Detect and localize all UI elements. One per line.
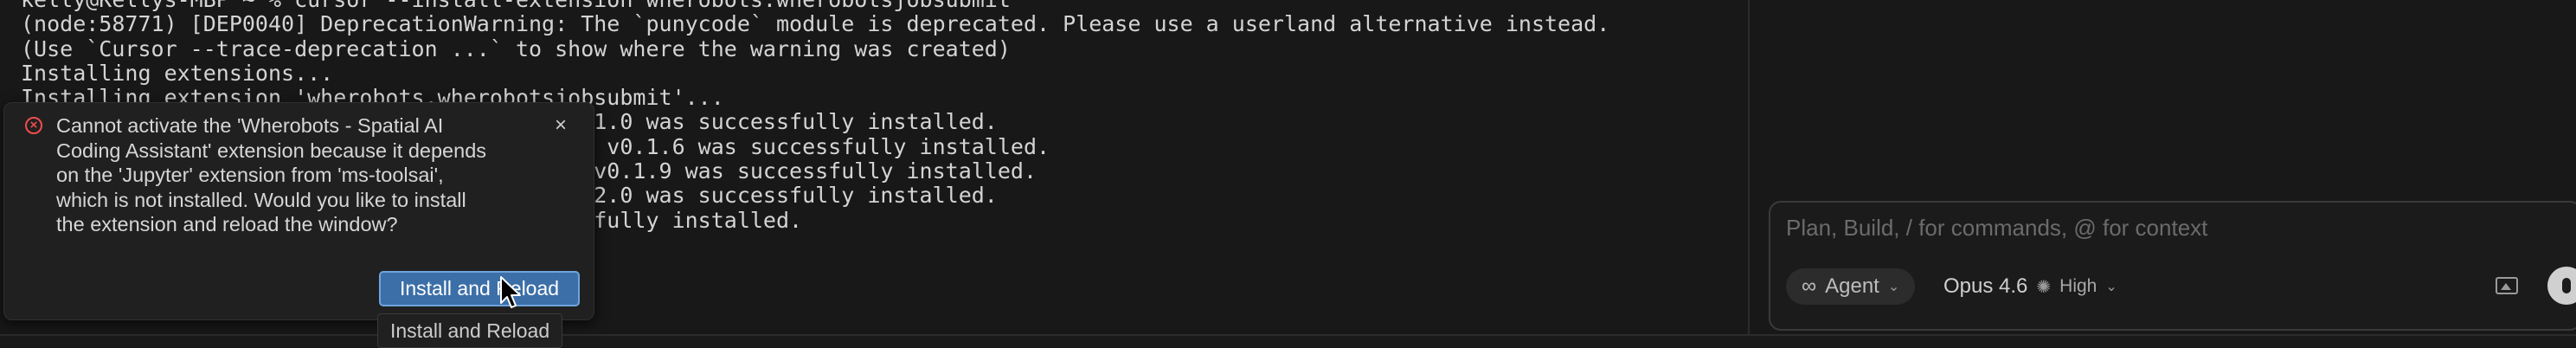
notification-message-line: which is not installed. Would you like t… bbox=[56, 188, 466, 211]
image-attach-icon[interactable] bbox=[2496, 277, 2518, 294]
terminal-line: Installing extensions... bbox=[21, 60, 334, 86]
microphone-button[interactable] bbox=[2547, 267, 2576, 305]
chat-composer[interactable]: Plan, Build, / for commands, @ for conte… bbox=[1769, 201, 2576, 331]
install-and-reload-button[interactable]: Install and Reload bbox=[379, 271, 580, 306]
terminal-line: (node:58771) [DEP0040] DeprecationWarnin… bbox=[21, 11, 1610, 37]
chat-input-placeholder[interactable]: Plan, Build, / for commands, @ for conte… bbox=[1786, 215, 2207, 242]
notification-message: Cannot activate the 'Wherobots - Spatial… bbox=[56, 113, 549, 237]
terminal-line: kelly@Kellys-MBP ~ % cursor --install-ex… bbox=[21, 0, 1609, 12]
brain-icon: ✺ bbox=[2036, 277, 2052, 297]
close-icon[interactable]: × bbox=[555, 113, 567, 138]
notification-message-line: Cannot activate the 'Wherobots - Spatial… bbox=[56, 114, 444, 137]
microphone-icon bbox=[2562, 278, 2571, 293]
chevron-down-icon: ⌄ bbox=[2105, 280, 2117, 294]
mouse-cursor-icon bbox=[500, 276, 521, 308]
notification-message-line: Coding Assistant' extension because it d… bbox=[56, 139, 487, 162]
agent-mode-dropdown[interactable]: ∞ Agent ⌄ bbox=[1786, 268, 1916, 305]
chevron-down-icon: ⌄ bbox=[1887, 280, 1900, 294]
effort-label: High bbox=[2059, 276, 2097, 296]
model-label: Opus 4.6 bbox=[1943, 274, 2028, 298]
infinity-icon: ∞ bbox=[1802, 274, 1817, 298]
button-tooltip: Install and Reload bbox=[377, 313, 563, 348]
error-circle-icon: × bbox=[25, 117, 42, 134]
terminal-line: (Use `Cursor --trace-deprecation ...` to… bbox=[21, 35, 1011, 61]
model-selector[interactable]: Opus 4.6 ✺ High ⌄ bbox=[1943, 268, 2117, 305]
notification-message-line: on the 'Jupyter' extension from 'ms-tool… bbox=[56, 164, 444, 186]
notification-message-line: the extension and reload the window? bbox=[56, 213, 398, 235]
agent-mode-label: Agent bbox=[1825, 274, 1879, 298]
